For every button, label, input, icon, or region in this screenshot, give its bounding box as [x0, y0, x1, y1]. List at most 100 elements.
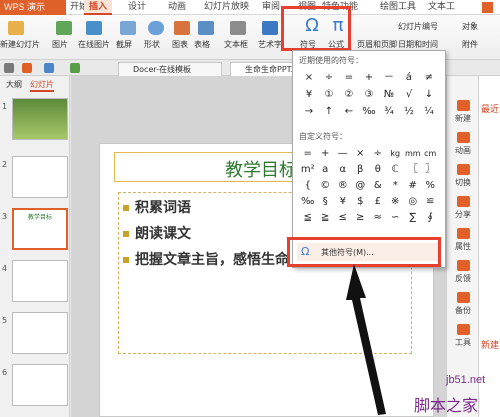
- symbol-cell[interactable]: ≥: [352, 209, 370, 225]
- symbol-cell[interactable]: ×: [352, 145, 370, 161]
- slide-thumbnail-3[interactable]: 教学目标: [12, 208, 68, 250]
- object-button[interactable]: 对象: [462, 21, 478, 32]
- symbol-cell[interactable]: ≠: [419, 69, 439, 86]
- tab-current-doc[interactable]: 生命生命PPT...: [230, 62, 296, 76]
- slide-number-button[interactable]: 幻灯片编号: [398, 21, 438, 32]
- menu-drawing-tools[interactable]: 绘图工具: [380, 0, 416, 15]
- symbol-cell[interactable]: *: [387, 177, 405, 193]
- wordart-icon[interactable]: [262, 21, 278, 35]
- symbol-cell[interactable]: ÷: [369, 145, 387, 161]
- symbol-cell[interactable]: θ: [369, 161, 387, 177]
- online-picture-icon[interactable]: [86, 21, 102, 35]
- symbol-cell[interactable]: √: [399, 86, 419, 103]
- menu-insert[interactable]: 插入: [84, 0, 113, 15]
- symbol-cell[interactable]: ©: [317, 177, 335, 193]
- symbol-cell[interactable]: ½: [399, 103, 419, 120]
- date-time-button[interactable]: 日期和时间: [398, 39, 438, 50]
- symbol-cell[interactable]: ¥: [334, 193, 352, 209]
- symbol-cell[interactable]: ×: [299, 69, 319, 86]
- symbol-cell[interactable]: ↑: [319, 103, 339, 120]
- tab-slides[interactable]: 幻灯片: [30, 79, 54, 92]
- screenshot-icon[interactable]: [120, 21, 136, 35]
- print-icon[interactable]: [44, 63, 54, 73]
- symbol-cell[interactable]: +: [317, 145, 335, 161]
- menu-animation[interactable]: 动画: [168, 0, 186, 15]
- slide-thumbnail-1[interactable]: [12, 98, 68, 140]
- slide-thumbnail-4[interactable]: [12, 260, 68, 302]
- symbol-cell[interactable]: =: [339, 69, 359, 86]
- symbol-cell[interactable]: &: [369, 177, 387, 193]
- symbol-cell[interactable]: kg: [387, 145, 405, 161]
- symbol-cell[interactable]: ≤: [334, 209, 352, 225]
- pdf-icon[interactable]: [22, 63, 32, 73]
- online-picture-button[interactable]: 在线图片: [78, 39, 110, 50]
- symbol-cell[interactable]: a: [317, 161, 335, 177]
- symbol-cell[interactable]: α: [334, 161, 352, 177]
- symbol-cell[interactable]: £: [369, 193, 387, 209]
- slide-thumbnail-2[interactable]: [12, 156, 68, 198]
- symbol-cell[interactable]: ①: [319, 86, 339, 103]
- pane-animation[interactable]: 动画: [450, 132, 476, 156]
- home-icon[interactable]: [4, 63, 14, 73]
- slide-thumbnail-6[interactable]: [12, 364, 68, 406]
- textbox-button[interactable]: 文本框: [224, 39, 248, 50]
- symbol-cell[interactable]: ※: [387, 193, 405, 209]
- symbol-cell[interactable]: ②: [339, 86, 359, 103]
- new-slide-icon[interactable]: [8, 21, 24, 35]
- table-button[interactable]: 表格: [194, 39, 210, 50]
- symbol-cell[interactable]: cm: [422, 145, 440, 161]
- tab-outline[interactable]: 大纲: [6, 79, 22, 90]
- symbol-cell[interactable]: %: [422, 177, 440, 193]
- menu-design[interactable]: 设计: [128, 0, 146, 15]
- header-footer-button[interactable]: 页眉和页脚: [357, 39, 397, 50]
- picture-icon[interactable]: [56, 21, 72, 35]
- attachment-button[interactable]: 附件: [462, 39, 478, 50]
- pane-properties[interactable]: 属性: [450, 228, 476, 252]
- chart-button[interactable]: 图表: [172, 39, 188, 50]
- symbol-cell[interactable]: ↓: [419, 86, 439, 103]
- symbol-cell[interactable]: á: [399, 69, 419, 86]
- pane-transition[interactable]: 切换: [450, 164, 476, 188]
- new-label[interactable]: 新建: [481, 338, 499, 351]
- symbol-cell[interactable]: ◎: [404, 193, 422, 209]
- wordart-button[interactable]: 艺术字: [258, 39, 282, 50]
- expand-icon[interactable]: [482, 2, 493, 13]
- symbol-cell[interactable]: ∑: [404, 209, 422, 225]
- symbol-cell[interactable]: +: [359, 69, 379, 86]
- symbol-cell[interactable]: #: [404, 177, 422, 193]
- symbol-cell[interactable]: ℂ: [387, 161, 405, 177]
- menu-review[interactable]: 审阅: [262, 0, 280, 15]
- menu-text-tools[interactable]: 文本工: [428, 0, 455, 15]
- pane-share[interactable]: 分享: [450, 196, 476, 220]
- symbol-cell[interactable]: →: [299, 103, 319, 120]
- picture-button[interactable]: 图片: [52, 39, 68, 50]
- symbol-cell[interactable]: ¼: [419, 103, 439, 120]
- symbol-cell[interactable]: ∽: [387, 209, 405, 225]
- symbol-cell[interactable]: ≈: [369, 209, 387, 225]
- symbol-cell[interactable]: —: [334, 145, 352, 161]
- slide-thumbnail-5[interactable]: [12, 312, 68, 354]
- symbol-cell[interactable]: @: [352, 177, 370, 193]
- pane-feedback[interactable]: 反馈: [450, 260, 476, 284]
- symbol-cell[interactable]: ≌: [422, 193, 440, 209]
- app-menu-button[interactable]: WPS 演示: [0, 0, 66, 15]
- shape-button[interactable]: 形状: [144, 39, 160, 50]
- symbol-cell[interactable]: ≧: [317, 209, 335, 225]
- symbol-cell[interactable]: ∮: [422, 209, 440, 225]
- symbol-cell[interactable]: ¾: [379, 103, 399, 120]
- chart-icon[interactable]: [174, 21, 190, 35]
- recent-label[interactable]: 最近: [481, 102, 499, 115]
- new-slide-button[interactable]: 新建幻灯片: [0, 39, 40, 50]
- symbol-cell[interactable]: －: [379, 69, 399, 86]
- pane-tools[interactable]: 工具: [450, 324, 476, 348]
- symbol-cell[interactable]: 〖: [404, 161, 422, 177]
- symbol-cell[interactable]: ③: [359, 86, 379, 103]
- symbol-cell[interactable]: ®: [334, 177, 352, 193]
- pane-backup[interactable]: 备份: [450, 292, 476, 316]
- symbol-cell[interactable]: ¥: [299, 86, 319, 103]
- symbol-cell[interactable]: ≦: [299, 209, 317, 225]
- symbol-cell[interactable]: β: [352, 161, 370, 177]
- table-icon[interactable]: [198, 21, 214, 35]
- symbol-cell[interactable]: §: [317, 193, 335, 209]
- screenshot-button[interactable]: 截屏: [116, 39, 132, 50]
